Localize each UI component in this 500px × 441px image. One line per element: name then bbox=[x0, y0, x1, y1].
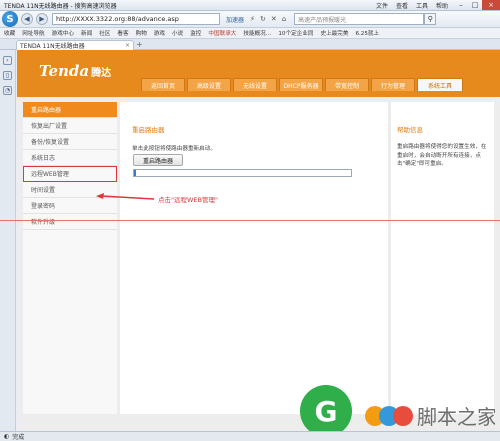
nav-bandwidth[interactable]: 带宽控制 bbox=[325, 78, 369, 91]
nav-system-tools[interactable]: 系统工具 bbox=[417, 78, 463, 91]
help-text: 重启路由器将使得您的设置生效，在重启时，会自动断开所有连接，点击"确定"即可重启… bbox=[397, 144, 487, 167]
nav-advanced[interactable]: 高级设置 bbox=[187, 78, 231, 91]
sidebar-collapse-icon[interactable]: › bbox=[3, 56, 12, 65]
status-text: 完成 bbox=[12, 434, 25, 441]
nav-home[interactable]: 返回首页 bbox=[141, 78, 185, 91]
menu-reboot[interactable]: 重启路由器 bbox=[23, 102, 117, 118]
browser-sidebar: › ▯ ◔ bbox=[0, 50, 16, 431]
progress-fill bbox=[134, 170, 137, 176]
main-nav: 返回首页 高级设置 无线设置 DHCP服务器 带宽控制 行为管理 系统工具 bbox=[141, 78, 463, 91]
stop-icon[interactable]: ✕ bbox=[271, 15, 277, 23]
favorite-item[interactable]: 6.25就上 bbox=[355, 29, 379, 37]
browser-tab[interactable]: TENDA 11N无线路由器 × bbox=[16, 40, 134, 50]
url-input[interactable]: http://XXXX.3322.org:88/advance.asp bbox=[52, 13, 220, 25]
menu-help[interactable]: 帮助 bbox=[436, 1, 448, 10]
brand-en: Tenda bbox=[39, 62, 90, 80]
favorite-item[interactable]: 新闻 bbox=[81, 29, 92, 37]
sidebar-phone-icon[interactable]: ▯ bbox=[3, 71, 12, 80]
favorite-item[interactable]: 购物 bbox=[136, 29, 147, 37]
reboot-button[interactable]: 重启路由器 bbox=[133, 154, 183, 166]
search-icon[interactable]: ⚲ bbox=[424, 13, 437, 25]
tab-strip: TENDA 11N无线路由器 × + bbox=[0, 39, 500, 50]
help-title: 帮助信息 bbox=[397, 126, 423, 134]
refresh-icon[interactable]: ↻ bbox=[260, 15, 266, 23]
favorite-item[interactable]: 10个定企业同 bbox=[278, 29, 313, 37]
annotation-arrow-icon bbox=[96, 193, 155, 200]
content-area: 重启路由器 恢复出厂设置 备份/恢复设置 系统日志 远程WEB管理 时间设置 登… bbox=[17, 97, 500, 431]
back-icon[interactable]: ◀ bbox=[21, 13, 33, 25]
menu-firmware-upgrade[interactable]: 软件升级 bbox=[23, 214, 117, 230]
menu-remote-web[interactable]: 远程WEB管理 bbox=[23, 166, 117, 182]
search-input[interactable]: 高速产品预报暖光 bbox=[294, 13, 425, 25]
svg-text:脚本之家: 脚本之家 bbox=[417, 405, 495, 429]
section-title: 重启路由器 bbox=[132, 126, 165, 134]
forward-icon[interactable]: ▶ bbox=[36, 13, 48, 25]
window-title: TENDA 11N无线路由器 - 搜狗高速浏览器 bbox=[4, 2, 117, 10]
reboot-progress-bar bbox=[133, 169, 352, 177]
favorite-item[interactable]: 小说 bbox=[172, 29, 183, 37]
address-bar: S ◀ ▶ http://XXXX.3322.org:88/advance.as… bbox=[0, 11, 500, 28]
watermark-logo-icon: G bbox=[300, 385, 352, 437]
favorite-item[interactable]: 网址导航 bbox=[22, 29, 44, 37]
menu-file[interactable]: 文件 bbox=[376, 1, 388, 10]
nav-behavior[interactable]: 行为管理 bbox=[371, 78, 415, 91]
favorite-item[interactable]: 技能概况… bbox=[243, 29, 271, 37]
home-icon[interactable]: ⌂ bbox=[282, 15, 286, 23]
status-icon: ◐ bbox=[4, 433, 10, 440]
url-text: http://XXXX.3322.org:88/advance.asp bbox=[56, 15, 179, 23]
router-header: Tenda 腾达 返回首页 高级设置 无线设置 DHCP服务器 带宽控制 行为管理… bbox=[17, 50, 500, 97]
favorite-item[interactable]: 社区 bbox=[99, 29, 110, 37]
nav-dhcp[interactable]: DHCP服务器 bbox=[279, 78, 323, 91]
menu-bar: 文件 查看 工具 帮助 bbox=[376, 1, 454, 10]
annotation-line bbox=[0, 220, 500, 221]
favorite-item[interactable]: 中国联承大 bbox=[208, 29, 236, 37]
page-viewport: Tenda 腾达 返回首页 高级设置 无线设置 DHCP服务器 带宽控制 行为管理… bbox=[17, 50, 500, 431]
brand-cn: 腾达 bbox=[91, 68, 112, 79]
nav-wireless[interactable]: 无线设置 bbox=[233, 78, 277, 91]
browser-logo-icon: S bbox=[2, 11, 18, 27]
help-panel: 帮助信息 重启路由器将使得您的设置生效，在重启时，会自动断开所有连接，点击"确定… bbox=[391, 102, 494, 414]
left-menu: 重启路由器 恢复出厂设置 备份/恢复设置 系统日志 远程WEB管理 时间设置 登… bbox=[23, 102, 117, 414]
favorite-item[interactable]: 游戏中心 bbox=[52, 29, 74, 37]
title-bar: TENDA 11N无线路由器 - 搜狗高速浏览器 文件 查看 工具 帮助 – □… bbox=[0, 0, 500, 11]
menu-system-log[interactable]: 系统日志 bbox=[23, 150, 117, 166]
tab-close-icon[interactable]: × bbox=[125, 42, 130, 49]
favorite-item[interactable]: 监控 bbox=[190, 29, 201, 37]
favorite-item[interactable]: 看客 bbox=[117, 29, 128, 37]
main-panel: 重启路由器 单击此按钮将使路由器重新启动。 重启路由器 bbox=[120, 102, 388, 414]
maximize-button[interactable]: □ bbox=[468, 0, 482, 10]
accelerator-button[interactable]: 加速器 bbox=[226, 15, 244, 24]
section-description: 单击此按钮将使路由器重新启动。 bbox=[132, 146, 216, 152]
sidebar-clock-icon[interactable]: ◔ bbox=[3, 86, 12, 95]
favorite-item[interactable]: 收藏 bbox=[4, 29, 15, 37]
menu-view[interactable]: 查看 bbox=[396, 1, 408, 10]
close-button[interactable]: × bbox=[482, 0, 500, 10]
annotation-text: 点击"远程WEB管理" bbox=[158, 196, 218, 204]
status-bar: ◐ 完成 bbox=[0, 431, 500, 441]
tenda-logo: Tenda 腾达 bbox=[39, 62, 111, 80]
minimize-button[interactable]: – bbox=[454, 0, 468, 10]
favorite-item[interactable]: 游戏 bbox=[154, 29, 165, 37]
favorites-bar: 收藏 网址导航 游戏中心 新闻 社区 看客 购物 游戏 小说 监控 中国联承大 … bbox=[0, 28, 500, 39]
search-placeholder: 高速产品预报暖光 bbox=[298, 16, 347, 24]
lightning-icon[interactable]: ⚡ bbox=[250, 15, 255, 23]
menu-backup-restore[interactable]: 备份/恢复设置 bbox=[23, 134, 117, 150]
new-tab-icon[interactable]: + bbox=[136, 41, 146, 49]
favorite-item[interactable]: 史上最完美 bbox=[320, 29, 348, 37]
menu-factory-reset[interactable]: 恢复出厂设置 bbox=[23, 118, 117, 134]
menu-tools[interactable]: 工具 bbox=[416, 1, 428, 10]
tab-label: TENDA 11N无线路由器 bbox=[20, 43, 85, 50]
watermark-text: 脚本之家 bbox=[365, 405, 495, 429]
